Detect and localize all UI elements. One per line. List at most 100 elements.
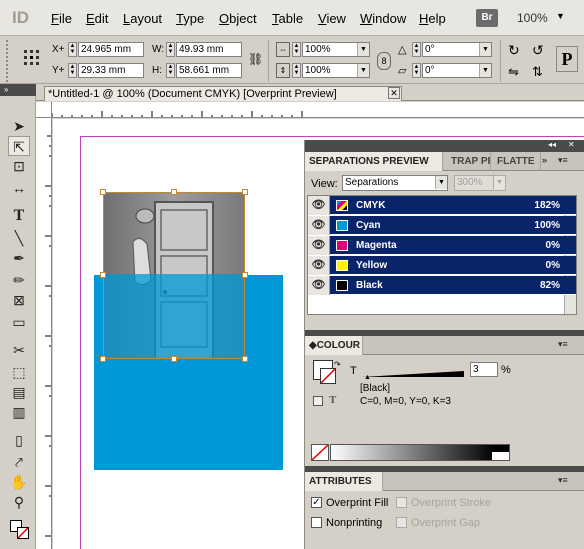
resize-handle[interactable] bbox=[100, 356, 106, 362]
image-frame[interactable] bbox=[103, 192, 245, 359]
gap-tool-icon[interactable]: ↔ bbox=[8, 178, 30, 198]
tab-trap-presets[interactable]: TRAP PR bbox=[447, 152, 491, 171]
y-input[interactable]: 29.33 mm bbox=[78, 63, 144, 78]
page-tool-icon[interactable]: ⊡ bbox=[8, 156, 30, 176]
formatting-container-icon[interactable] bbox=[313, 396, 323, 406]
colour-ramp[interactable] bbox=[330, 444, 510, 461]
selection-tool-icon[interactable]: ➤ bbox=[8, 116, 30, 136]
separation-row-yellow[interactable]: 👁 Yellow 0% bbox=[308, 256, 576, 275]
panel-menu-icon[interactable]: ▾≡ bbox=[558, 339, 568, 350]
eye-icon[interactable]: 👁 bbox=[308, 216, 330, 235]
resize-handle[interactable] bbox=[242, 356, 248, 362]
reference-point-icon[interactable] bbox=[24, 50, 40, 66]
pencil-tool-icon[interactable]: ✏ bbox=[8, 270, 30, 290]
ruler-origin[interactable] bbox=[36, 102, 52, 118]
panel-grip-icon[interactable] bbox=[6, 40, 14, 82]
separation-row-black[interactable]: 👁 Black 82% bbox=[308, 276, 576, 295]
separation-row-cyan[interactable]: 👁 Cyan 100% bbox=[308, 216, 576, 235]
y-stepper[interactable]: ▲ ▼ bbox=[68, 63, 77, 78]
line-tool-icon[interactable]: ╲ bbox=[8, 228, 30, 248]
separation-row-cmyk[interactable]: 👁 CMYK 182% bbox=[308, 196, 576, 215]
menu-window[interactable]: Window bbox=[360, 11, 406, 26]
x-stepper[interactable]: ▲ ▼ bbox=[68, 42, 77, 57]
shear-stepper[interactable]: ▲ ▼ bbox=[412, 63, 421, 78]
pen-tool-icon[interactable]: ✒ bbox=[8, 248, 30, 268]
overprint-stroke-checkbox[interactable] bbox=[396, 497, 407, 508]
scale-y-stepper[interactable]: ▲ ▼ bbox=[292, 63, 301, 78]
shear-input[interactable]: 0° ▼ bbox=[422, 63, 492, 78]
resize-handle[interactable] bbox=[100, 189, 106, 195]
menu-view[interactable]: View bbox=[318, 11, 346, 26]
gradient-feather-tool-icon[interactable]: ▥ bbox=[8, 402, 30, 422]
horizontal-ruler[interactable] bbox=[52, 102, 584, 118]
overprint-gap-checkbox[interactable] bbox=[396, 517, 407, 528]
tab-colour[interactable]: ◆COLOUR bbox=[305, 336, 363, 355]
type-tool-icon[interactable]: T bbox=[8, 206, 30, 226]
document-tab[interactable]: *Untitled-1 @ 100% (Document CMYK) [Over… bbox=[44, 86, 402, 101]
h-stepper[interactable]: ▲ ▼ bbox=[166, 63, 175, 78]
vertical-ruler[interactable] bbox=[36, 118, 52, 549]
rotate-stepper[interactable]: ▲ ▼ bbox=[412, 42, 421, 57]
resize-handle[interactable] bbox=[242, 189, 248, 195]
scale-x-stepper[interactable]: ▲ ▼ bbox=[292, 42, 301, 57]
chevron-down-icon[interactable]: ▼ bbox=[479, 64, 491, 77]
w-input[interactable]: 49.93 mm bbox=[176, 42, 242, 57]
hand-tool-icon[interactable]: ✋ bbox=[8, 472, 30, 492]
rectangle-tool-icon[interactable]: ▭ bbox=[8, 312, 30, 332]
h-input[interactable]: 58.661 mm bbox=[176, 63, 242, 78]
collapse-panel-icon[interactable]: ◂◂ bbox=[548, 140, 556, 149]
direct-selection-tool-icon[interactable]: ⇱ bbox=[8, 136, 30, 156]
tab-scroll-icon[interactable]: » bbox=[542, 155, 547, 165]
tint-slider[interactable] bbox=[362, 368, 464, 377]
formatting-text-icon[interactable]: T bbox=[329, 394, 336, 406]
panel-menu-icon[interactable]: ▾≡ bbox=[558, 475, 568, 486]
rotate-ccw-icon[interactable]: ↺ bbox=[532, 42, 544, 59]
tab-attributes[interactable]: ATTRIBUTES bbox=[305, 472, 383, 491]
tab-flattener[interactable]: FLATTE bbox=[493, 152, 541, 171]
menu-object[interactable]: Object bbox=[219, 11, 257, 26]
free-transform-tool-icon[interactable]: ⬚ bbox=[8, 362, 30, 382]
white-ramp-swatch[interactable] bbox=[492, 452, 509, 460]
rectangle-frame-tool-icon[interactable]: ⊠ bbox=[8, 290, 30, 310]
zoom-level[interactable]: 100% bbox=[517, 11, 548, 25]
close-panel-icon[interactable]: ✕ bbox=[568, 140, 575, 149]
zoom-tool-icon[interactable]: ⚲ bbox=[8, 492, 30, 512]
chevron-down-icon[interactable]: ▼ bbox=[435, 176, 447, 189]
rotate-input[interactable]: 0° ▼ bbox=[422, 42, 492, 57]
eyedropper-tool-icon[interactable]: ⤤ bbox=[8, 452, 30, 472]
overprint-fill-checkbox[interactable]: ✓ bbox=[311, 497, 322, 508]
stroke-color-swatch[interactable] bbox=[320, 368, 336, 384]
menu-help[interactable]: Help bbox=[419, 11, 446, 26]
swap-icon[interactable]: ↷ bbox=[334, 360, 341, 369]
chevron-down-icon[interactable]: ▼ bbox=[357, 43, 369, 56]
resize-handle[interactable] bbox=[242, 272, 248, 278]
scale-x-input[interactable]: 100% ▼ bbox=[302, 42, 370, 57]
stroke-swatch[interactable] bbox=[17, 527, 29, 539]
chevron-down-icon[interactable]: ▼ bbox=[479, 43, 491, 56]
eye-icon[interactable]: 👁 bbox=[308, 236, 330, 255]
eye-icon[interactable]: 👁 bbox=[308, 276, 330, 295]
flip-vertical-icon[interactable]: ⇅ bbox=[532, 64, 543, 80]
menu-type[interactable]: Type bbox=[176, 11, 204, 26]
panel-menu-icon[interactable]: ▾≡ bbox=[558, 155, 568, 166]
tab-separations-preview[interactable]: SEPARATIONS PREVIEW bbox=[305, 152, 443, 171]
w-stepper[interactable]: ▲ ▼ bbox=[166, 42, 175, 57]
tint-input[interactable]: 3 bbox=[470, 362, 498, 377]
x-input[interactable]: 24.965 mm bbox=[78, 42, 144, 57]
menu-file[interactable]: File bbox=[51, 11, 72, 26]
black-ramp-swatch[interactable] bbox=[492, 445, 509, 452]
note-tool-icon[interactable]: ▯ bbox=[8, 430, 30, 450]
resize-handle[interactable] bbox=[171, 356, 177, 362]
gradient-swatch-tool-icon[interactable]: ▤ bbox=[8, 382, 30, 402]
constrain-scale-icon[interactable]: 8 bbox=[377, 52, 391, 70]
rotate-cw-icon[interactable]: ↻ bbox=[508, 42, 520, 59]
chevron-down-icon[interactable]: ▼ bbox=[556, 11, 565, 21]
constrain-proportions-icon[interactable]: ⛓ bbox=[248, 52, 263, 68]
resize-handle[interactable] bbox=[171, 189, 177, 195]
menu-layout[interactable]: Layout bbox=[123, 11, 162, 26]
eye-icon[interactable]: 👁 bbox=[308, 256, 330, 275]
scale-y-input[interactable]: 100% ▼ bbox=[302, 63, 370, 78]
view-select[interactable]: Separations ▼ bbox=[342, 175, 448, 191]
chevron-down-icon[interactable]: ▼ bbox=[357, 64, 369, 77]
nonprinting-checkbox[interactable] bbox=[311, 517, 322, 528]
